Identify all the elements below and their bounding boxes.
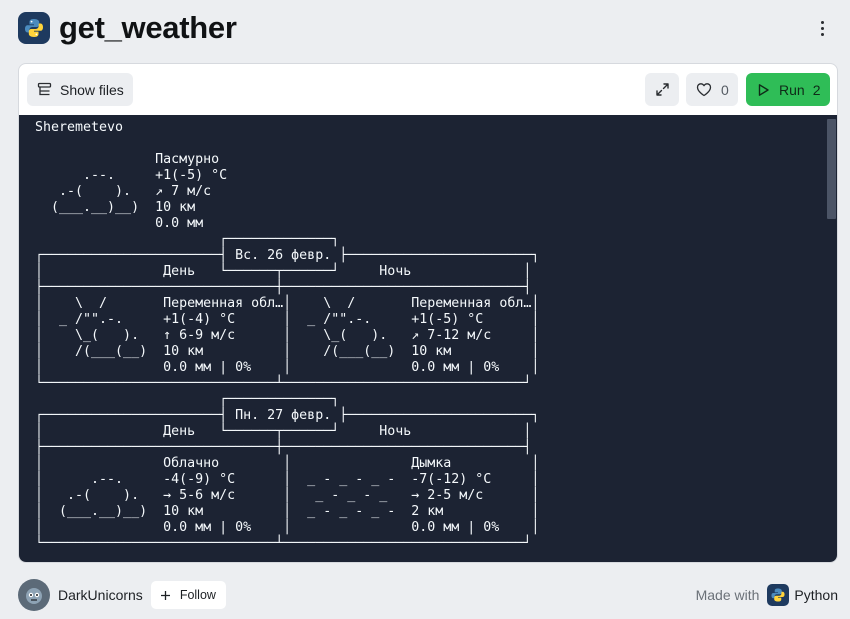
username-link[interactable]: DarkUnicorns bbox=[58, 587, 143, 603]
console-line: └─────────────────────────────┴─────────… bbox=[35, 536, 532, 551]
footer: DarkUnicorns Follow Made with Python bbox=[18, 579, 838, 611]
console-line: │ Облачно │ Дымка │ bbox=[35, 456, 540, 471]
python-logo-icon bbox=[18, 12, 50, 44]
console-line: .-( ). ↗ 7 м/с bbox=[35, 184, 212, 199]
page-title: get_weather bbox=[59, 10, 237, 45]
show-files-button[interactable]: Show files bbox=[27, 73, 133, 106]
heart-icon bbox=[696, 83, 712, 97]
made-with-label: Made with bbox=[695, 587, 760, 603]
console-line: │ /(___(__) 10 км │ /(___(__) 10 км │ bbox=[35, 344, 540, 359]
show-files-label: Show files bbox=[60, 81, 124, 98]
avatar[interactable] bbox=[18, 579, 50, 611]
run-label: Run bbox=[779, 81, 805, 98]
repl-header: get_weather bbox=[18, 10, 832, 46]
python-icon bbox=[767, 584, 790, 606]
console-line: .--. +1(-5) °C bbox=[35, 168, 228, 183]
console-line: │ .-( ). → 5-6 м/с │ _ - _ - _ → 2-5 м/с… bbox=[35, 488, 540, 503]
console-line: │ \ / Переменная обл…│ \ / Переменная об… bbox=[35, 296, 540, 311]
plus-icon bbox=[160, 590, 170, 600]
console-line: │ 0.0 мм | 0% │ 0.0 мм | 0% │ bbox=[35, 520, 540, 535]
console-line: │ \_( ). ↑ 6-9 м/с │ \_( ). ↗ 7-12 м/с │ bbox=[35, 328, 540, 343]
console-line: ┌──────────────────────┤ Вс. 26 февр. ├─… bbox=[35, 248, 540, 263]
follow-label: Follow bbox=[179, 588, 216, 602]
console-line: Пасмурно bbox=[35, 152, 220, 167]
console-line: ┌─────────────┐ bbox=[35, 232, 340, 247]
run-count: 2 bbox=[812, 81, 821, 98]
console-line: 0.0 мм bbox=[35, 216, 204, 231]
files-icon bbox=[37, 82, 52, 96]
console-line: ┌─────────────┐ bbox=[35, 392, 340, 407]
repl-embed-card: Show files 0 Run 2 Sheremetevo Пасмурно … bbox=[18, 63, 838, 563]
play-icon bbox=[758, 83, 769, 96]
console-text: Sheremetevo Пасмурно .--. +1(-5) °C .-( … bbox=[35, 120, 539, 552]
console-line: │ .--. -4(-9) °C │ _ - _ - _ - -7(-12) °… bbox=[35, 472, 540, 487]
console-line: │ День └──────┬──────┘ Ночь │ bbox=[35, 264, 532, 279]
console-line: └─────────────────────────────┴─────────… bbox=[35, 376, 532, 391]
scrollbar-thumb[interactable] bbox=[827, 119, 836, 219]
like-count: 0 bbox=[721, 81, 729, 98]
console-line: ┌──────────────────────┤ Пн. 27 февр. ├─… bbox=[35, 408, 540, 423]
expand-button[interactable] bbox=[645, 73, 679, 106]
more-options-icon[interactable] bbox=[812, 12, 832, 44]
console-line: │ 0.0 мм | 0% │ 0.0 мм | 0% │ bbox=[35, 360, 540, 375]
console-line: ├─────────────────────────────┼─────────… bbox=[35, 280, 532, 295]
console-line: │ _ /"".-. +1(-4) °C │ _ /"".-. +1(-5) °… bbox=[35, 312, 540, 327]
made-with-python[interactable]: Made with Python bbox=[696, 584, 838, 606]
console-line: (___.__)__) 10 км bbox=[35, 200, 196, 215]
console-line: │ (___.__)__) 10 км │ _ - _ - _ - 2 км │ bbox=[35, 504, 540, 519]
console-line: ├─────────────────────────────┼─────────… bbox=[35, 440, 532, 455]
follow-button[interactable]: Follow bbox=[150, 581, 226, 609]
language-label: Python bbox=[794, 587, 838, 603]
expand-icon bbox=[655, 83, 669, 96]
console-scrollbar[interactable] bbox=[825, 115, 837, 562]
console-line: │ День └──────┬──────┘ Ночь │ bbox=[35, 424, 532, 439]
toolbar: Show files 0 Run 2 bbox=[19, 64, 837, 115]
like-button[interactable]: 0 bbox=[686, 73, 738, 106]
console-output[interactable]: Sheremetevo Пасмурно .--. +1(-5) °C .-( … bbox=[19, 115, 837, 562]
console-line: Sheremetevo bbox=[35, 120, 124, 135]
run-button[interactable]: Run 2 bbox=[746, 73, 830, 106]
